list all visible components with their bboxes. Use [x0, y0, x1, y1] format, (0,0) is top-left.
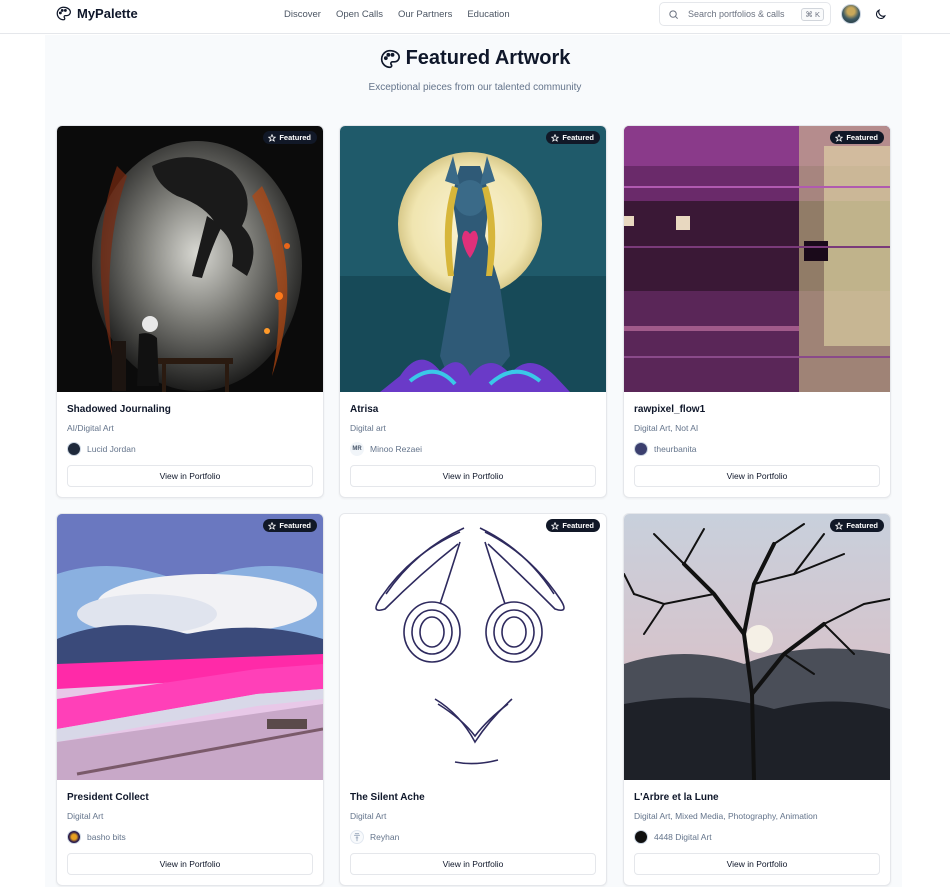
artwork-card: Featured The Silent Ache Digital Art Rey… — [339, 513, 607, 886]
search-icon — [669, 9, 678, 19]
featured-badge-label: Featured — [562, 133, 594, 142]
star-icon — [551, 521, 560, 530]
artwork-title: rawpixel_flow1 — [634, 404, 706, 415]
view-in-portfolio-button[interactable]: View in Portfolio — [350, 465, 596, 487]
artwork-category: Digital Art — [67, 811, 104, 821]
brand-link[interactable]: MyPalette — [56, 6, 138, 21]
artwork-title: L'Arbre et la Lune — [634, 792, 719, 803]
moon-icon[interactable] — [874, 8, 887, 21]
artwork-image[interactable] — [57, 126, 323, 392]
featured-badge-label: Featured — [562, 521, 594, 530]
artist-link[interactable]: MR Minoo Rezaei — [350, 442, 422, 456]
palette-icon — [56, 6, 71, 21]
artwork-category: Digital Art — [350, 811, 387, 821]
artwork-image[interactable] — [340, 514, 606, 780]
star-icon — [551, 133, 560, 142]
artwork-category: AI/Digital Art — [67, 423, 114, 433]
artist-avatar — [634, 442, 648, 456]
artwork-image[interactable] — [624, 514, 890, 780]
star-icon — [835, 133, 844, 142]
star-icon — [835, 521, 844, 530]
artwork-category: Digital Art, Not AI — [634, 423, 699, 433]
artwork-card: Featured Shadowed Journaling AI/Digital … — [56, 125, 324, 498]
user-avatar[interactable] — [841, 4, 861, 24]
top-nav-bar: MyPalette Discover Open Calls Our Partne… — [0, 0, 950, 34]
nav-link-our-partners[interactable]: Our Partners — [398, 9, 452, 20]
artist-name: Lucid Jordan — [87, 444, 136, 454]
featured-badge: Featured — [546, 131, 600, 144]
featured-badge-label: Featured — [279, 133, 311, 142]
artist-link[interactable]: Lucid Jordan — [67, 442, 136, 456]
search-button[interactable]: Search portfolios & calls ⌘ K — [659, 2, 831, 26]
featured-badge-label: Featured — [279, 521, 311, 530]
artist-link[interactable]: theurbanita — [634, 442, 697, 456]
featured-badge: Featured — [830, 519, 884, 532]
artist-link[interactable]: basho bits — [67, 830, 126, 844]
artist-name: Minoo Rezaei — [370, 444, 422, 454]
page-title: Featured Artwork — [0, 47, 950, 70]
view-in-portfolio-button[interactable]: View in Portfolio — [67, 853, 313, 875]
artist-avatar — [67, 442, 81, 456]
artist-name: Reyhan — [370, 832, 400, 842]
artist-avatar — [67, 830, 81, 844]
nav-link-discover[interactable]: Discover — [284, 9, 321, 20]
tree-icon — [354, 833, 360, 842]
page-title-text: Featured Artwork — [405, 47, 571, 69]
search-placeholder: Search portfolios & calls — [688, 9, 785, 19]
view-in-portfolio-button[interactable]: View in Portfolio — [634, 853, 880, 875]
page-subtitle: Exceptional pieces from our talented com… — [368, 82, 582, 93]
artist-avatar: MR — [350, 442, 364, 456]
featured-badge: Featured — [830, 131, 884, 144]
featured-badge: Featured — [263, 131, 317, 144]
artist-avatar — [350, 830, 364, 844]
artwork-image[interactable] — [57, 514, 323, 780]
artwork-title: Atrisa — [350, 404, 379, 415]
artist-link[interactable]: Reyhan — [350, 830, 399, 844]
artwork-title: President Collect — [67, 792, 149, 803]
artwork-card: Featured Atrisa Digital art MR Minoo Rez… — [339, 125, 607, 498]
star-icon — [268, 521, 277, 530]
artwork-card: Featured L'Arbre et la Lune Digital Art,… — [623, 513, 891, 886]
featured-badge: Featured — [263, 519, 317, 532]
search-shortcut-hint: ⌘ K — [801, 7, 824, 21]
artwork-category: Digital art — [350, 423, 386, 433]
artwork-card: Featured rawpixel_flow1 Digital Art, Not… — [623, 125, 891, 498]
featured-badge: Featured — [546, 519, 600, 532]
artwork-category: Digital Art, Mixed Media, Photography, A… — [634, 811, 818, 821]
featured-badge-label: Featured — [846, 521, 878, 530]
nav-link-open-calls[interactable]: Open Calls — [336, 9, 383, 20]
view-in-portfolio-button[interactable]: View in Portfolio — [350, 853, 596, 875]
artwork-image[interactable] — [624, 126, 890, 392]
star-icon — [268, 133, 277, 142]
view-in-portfolio-button[interactable]: View in Portfolio — [634, 465, 880, 487]
palette-icon — [380, 49, 400, 68]
artwork-title: The Silent Ache — [350, 792, 425, 803]
artist-name: basho bits — [87, 832, 126, 842]
brand-name: MyPalette — [77, 6, 138, 21]
featured-badge-label: Featured — [846, 133, 878, 142]
nav-link-education[interactable]: Education — [467, 9, 509, 20]
main-nav: Discover Open Calls Our Partners Educati… — [284, 9, 525, 20]
artwork-title: Shadowed Journaling — [67, 404, 171, 415]
artist-name: theurbanita — [654, 444, 697, 454]
artwork-image[interactable] — [340, 126, 606, 392]
artwork-card: Featured President Collect Digital Art b… — [56, 513, 324, 886]
artist-name: 4448 Digital Art — [654, 832, 712, 842]
artist-link[interactable]: 4448 Digital Art — [634, 830, 712, 844]
artist-avatar — [634, 830, 648, 844]
view-in-portfolio-button[interactable]: View in Portfolio — [67, 465, 313, 487]
